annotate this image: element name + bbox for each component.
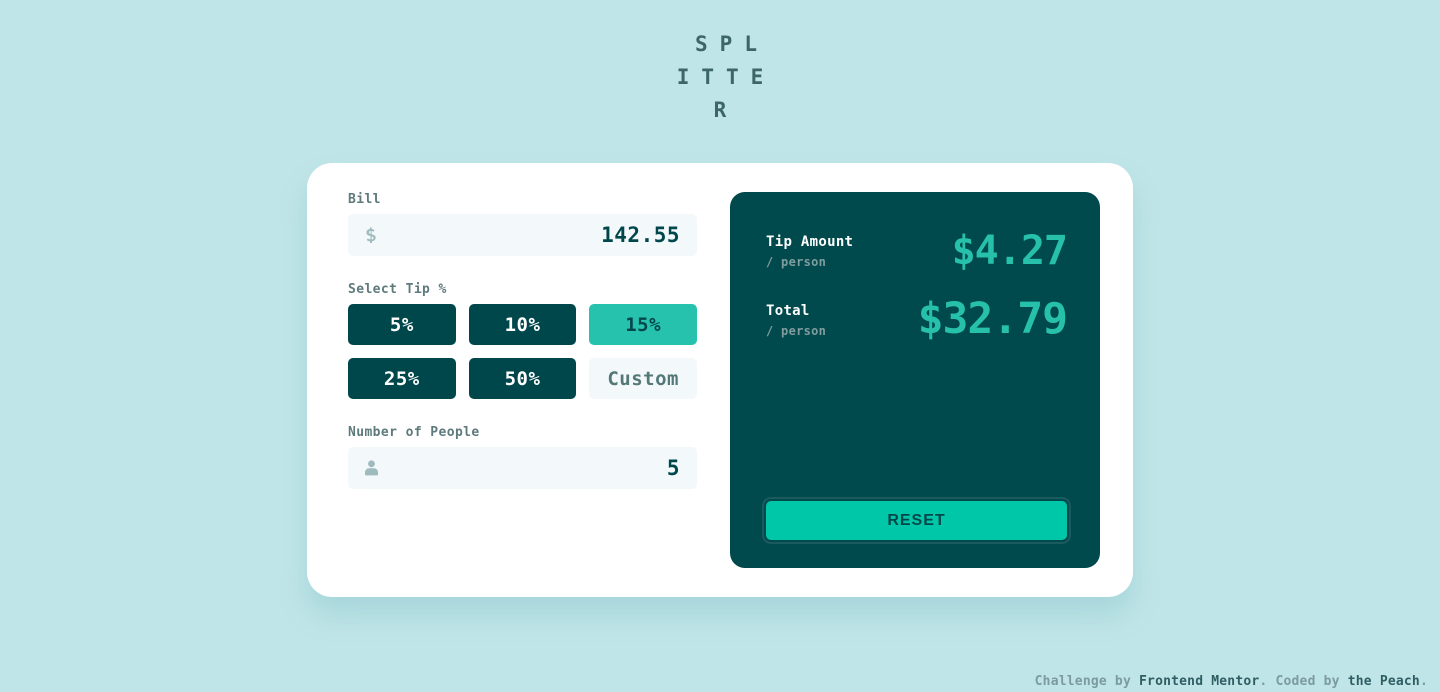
dollar-icon bbox=[365, 226, 376, 244]
total-row: Total / person $32.79 bbox=[766, 294, 1068, 344]
total-value: $32.79 bbox=[917, 294, 1068, 344]
footer-link-frontend-mentor[interactable]: Frontend Mentor bbox=[1139, 674, 1259, 689]
bill-value: 142.55 bbox=[601, 223, 680, 247]
tip-option-10[interactable]: 10% bbox=[468, 304, 577, 345]
tip-options-grid: 5% 10% 15% 25% 50% Custom bbox=[348, 304, 697, 399]
tip-amount-value: $4.27 bbox=[951, 227, 1068, 274]
tip-option-custom[interactable]: Custom bbox=[589, 358, 697, 399]
people-value: 5 bbox=[666, 456, 680, 480]
person-icon bbox=[365, 460, 378, 476]
tip-amount-labels: Tip Amount / person bbox=[766, 230, 853, 271]
page-title-text: SPLITTER bbox=[676, 32, 776, 122]
total-subtitle: / person bbox=[766, 324, 827, 338]
tip-calculator-card: Bill 142.55 Select Tip % 5% 10% 15% 25% … bbox=[307, 163, 1133, 597]
total-labels: Total / person bbox=[766, 299, 826, 340]
select-tip-label: Select Tip % bbox=[348, 282, 447, 297]
tip-option-50[interactable]: 50% bbox=[468, 358, 577, 399]
total-title: Total bbox=[766, 303, 810, 319]
tip-amount-row: Tip Amount / person $4.27 bbox=[766, 227, 1068, 274]
tip-amount-subtitle: / person bbox=[766, 255, 827, 269]
form-pane: Bill 142.55 Select Tip % 5% 10% 15% 25% … bbox=[336, 192, 708, 568]
footer-text-1: Challenge by bbox=[1034, 674, 1140, 689]
tip-option-15[interactable]: 15% bbox=[589, 304, 697, 345]
page-title: SPLITTER bbox=[0, 28, 1440, 127]
results-pane: Tip Amount / person $4.27 Total / person… bbox=[730, 192, 1100, 568]
bill-label: Bill bbox=[348, 192, 381, 207]
bill-input[interactable]: 142.55 bbox=[348, 214, 697, 256]
tip-amount-title: Tip Amount bbox=[766, 234, 854, 250]
footer-attribution: Challenge by Frontend Mentor. Coded by t… bbox=[1035, 674, 1428, 689]
footer-text-2: . Coded by bbox=[1259, 674, 1348, 689]
people-input[interactable]: 5 bbox=[348, 447, 697, 489]
people-label: Number of People bbox=[348, 425, 480, 440]
footer-link-author[interactable]: the Peach bbox=[1348, 674, 1420, 689]
tip-option-25[interactable]: 25% bbox=[348, 358, 456, 399]
footer-text-3: . bbox=[1419, 674, 1428, 689]
tip-option-5[interactable]: 5% bbox=[348, 304, 456, 345]
reset-button[interactable]: RESET bbox=[762, 497, 1071, 544]
